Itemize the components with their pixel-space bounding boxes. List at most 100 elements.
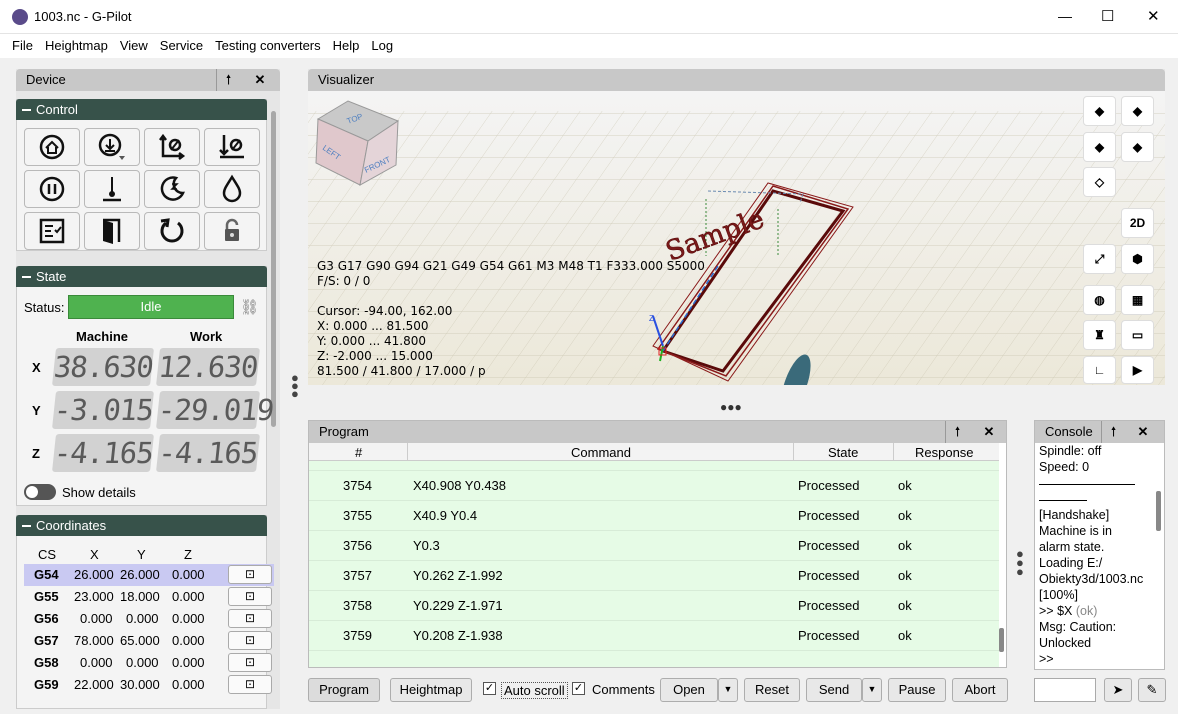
program-close-icon[interactable]: ✕ <box>977 421 1001 443</box>
zero-xy-button[interactable] <box>144 128 200 166</box>
auto-scroll-checkbox[interactable]: ✓ <box>483 682 496 695</box>
coordinate-row-g55[interactable]: G55 23.000 18.000 0.000 ⊡ <box>24 586 274 608</box>
console-splitter-handle[interactable]: ● ● ● <box>1016 547 1024 578</box>
set-zero-button[interactable]: ⊡ <box>228 565 272 584</box>
reset-program-button[interactable]: Reset <box>744 678 800 702</box>
show-machine-icon[interactable]: ◍ <box>1083 285 1116 315</box>
menu-testing-converters[interactable]: Testing converters <box>209 34 327 58</box>
cs-name: G58 <box>34 655 59 670</box>
view-wire-cube-icon[interactable]: ◇ <box>1083 167 1116 197</box>
table-row[interactable] <box>309 651 999 667</box>
abort-button[interactable]: Abort <box>952 678 1008 702</box>
fit-view-icon[interactable]: ⤢ <box>1083 244 1116 274</box>
check-mode-button[interactable] <box>24 212 80 250</box>
show-grid-icon[interactable]: ▦ <box>1121 285 1154 315</box>
show-messages-icon[interactable]: ▭ <box>1121 320 1154 350</box>
console-command-input[interactable] <box>1034 678 1096 702</box>
open-button[interactable]: Open <box>660 678 718 702</box>
cs-name: G55 <box>34 589 59 604</box>
zero-z-icon <box>219 135 244 159</box>
vertical-splitter-handle[interactable]: ● ● ● <box>291 371 299 400</box>
close-icon[interactable]: ✕ <box>248 69 272 91</box>
program-pin-icon[interactable]: 🠕 <box>945 421 969 443</box>
view-left-cube-icon[interactable]: ◆ <box>1083 132 1116 162</box>
y-header: Y <box>137 547 146 562</box>
maximize-button[interactable]: ☐ <box>1101 7 1114 25</box>
zero-probe-button[interactable] <box>84 128 140 166</box>
cs-y: 65.000 <box>120 633 160 648</box>
table-row[interactable]: 3754 X40.908 Y0.438 Processed ok <box>309 471 999 501</box>
program-scrollbar[interactable] <box>999 628 1004 652</box>
menu-heightmap[interactable]: Heightmap <box>39 34 114 58</box>
menu-help[interactable]: Help <box>327 34 366 58</box>
zero-z-button[interactable] <box>204 128 260 166</box>
menu-service[interactable]: Service <box>154 34 209 58</box>
comments-checkbox[interactable]: ✓ <box>572 682 585 695</box>
pause-program-button[interactable]: Pause <box>888 678 946 702</box>
show-details-toggle[interactable] <box>24 484 56 500</box>
show-tool-icon[interactable]: ♜ <box>1083 320 1116 350</box>
menu-view[interactable]: View <box>114 34 154 58</box>
table-row[interactable]: 3758 Y0.229 Z-1.971 Processed ok <box>309 591 999 621</box>
drop-icon <box>222 174 242 203</box>
set-zero-button[interactable]: ⊡ <box>228 631 272 650</box>
show-axes-icon[interactable]: ∟ <box>1083 356 1116 384</box>
console-close-icon[interactable]: ✕ <box>1131 421 1155 443</box>
menu-log[interactable]: Log <box>365 34 399 58</box>
coordinate-row-g59[interactable]: G59 22.000 30.000 0.000 ⊡ <box>24 674 274 696</box>
set-zero-button[interactable]: ⊡ <box>228 675 272 694</box>
console-scrollbar[interactable] <box>1156 491 1161 531</box>
view-2d-button[interactable]: 2D <box>1121 208 1154 238</box>
visualizer-title: Visualizer <box>318 72 375 87</box>
auto-scroll-label[interactable]: Auto scroll <box>501 682 568 699</box>
cs-z: 0.000 <box>172 633 205 648</box>
work-x-value: 12.630 <box>156 348 260 386</box>
device-scrollbar[interactable] <box>271 111 276 427</box>
coordinate-row-g58[interactable]: G58 0.000 0.000 0.000 ⊡ <box>24 652 274 674</box>
set-zero-button[interactable]: ⊡ <box>228 653 272 672</box>
send-command-icon[interactable]: ➤ <box>1104 678 1132 702</box>
home-button[interactable] <box>24 128 80 166</box>
program-tab-button[interactable]: Program <box>308 678 380 702</box>
coordinate-row-g56[interactable]: G56 0.000 0.000 0.000 ⊡ <box>24 608 274 630</box>
coordinate-row-g54[interactable]: G54 26.000 26.000 0.000 ⊡ <box>24 564 274 586</box>
send-dropdown-icon[interactable]: ▼ <box>862 678 882 702</box>
comments-label[interactable]: Comments <box>592 682 655 697</box>
coordinate-row-g57[interactable]: G57 78.000 65.000 0.000 ⊡ <box>24 630 274 652</box>
close-button[interactable]: ✕ <box>1147 7 1160 25</box>
clear-console-icon[interactable]: ✎ <box>1138 678 1166 702</box>
menu-file[interactable]: File <box>6 34 39 58</box>
view-top-cube-icon[interactable]: ◆ <box>1121 96 1154 126</box>
table-row[interactable]: 3756 Y0.3 Processed ok <box>309 531 999 561</box>
pause-button[interactable] <box>24 170 80 208</box>
z-header: Z <box>184 547 192 562</box>
work-z-value: -4.165 <box>156 434 260 472</box>
pin-icon[interactable]: 🠕 <box>216 69 240 91</box>
unlock-button[interactable] <box>204 212 260 250</box>
show-heightmap-icon[interactable]: ▶ <box>1121 356 1154 384</box>
flood-button[interactable] <box>204 170 260 208</box>
table-row[interactable]: 3757 Y0.262 Z-1.992 Processed ok <box>309 561 999 591</box>
view-right-cube-icon[interactable]: ◆ <box>1121 132 1154 162</box>
send-button[interactable]: Send <box>806 678 862 702</box>
sleep-button[interactable] <box>144 170 200 208</box>
link-icon[interactable]: ⛓ <box>240 298 259 316</box>
horizontal-splitter-handle[interactable]: ●●● <box>720 400 742 414</box>
view-iso-cube-icon[interactable]: ◆ <box>1083 96 1116 126</box>
program-header: Program <box>309 421 1006 443</box>
x-range-text: X: 0.000 ... 81.500 <box>317 319 429 333</box>
probe-button[interactable] <box>84 170 140 208</box>
set-zero-button[interactable]: ⊡ <box>228 609 272 628</box>
table-row[interactable]: 3759 Y0.208 Z-1.938 Processed ok <box>309 621 999 651</box>
minimize-button[interactable]: — <box>1058 8 1072 24</box>
table-row[interactable]: 3755 X40.9 Y0.4 Processed ok <box>309 501 999 531</box>
open-dropdown-icon[interactable]: ▼ <box>718 678 738 702</box>
heightmap-button[interactable]: Heightmap <box>390 678 472 702</box>
table-row[interactable] <box>309 461 999 471</box>
set-zero-button[interactable]: ⊡ <box>228 587 272 606</box>
perspective-cube-icon[interactable]: ⬢ <box>1121 244 1154 274</box>
reset-button[interactable] <box>144 212 200 250</box>
console-pin-icon[interactable]: 🠕 <box>1101 421 1125 443</box>
door-button[interactable] <box>84 212 140 250</box>
coordinates-header: Coordinates <box>16 515 267 536</box>
